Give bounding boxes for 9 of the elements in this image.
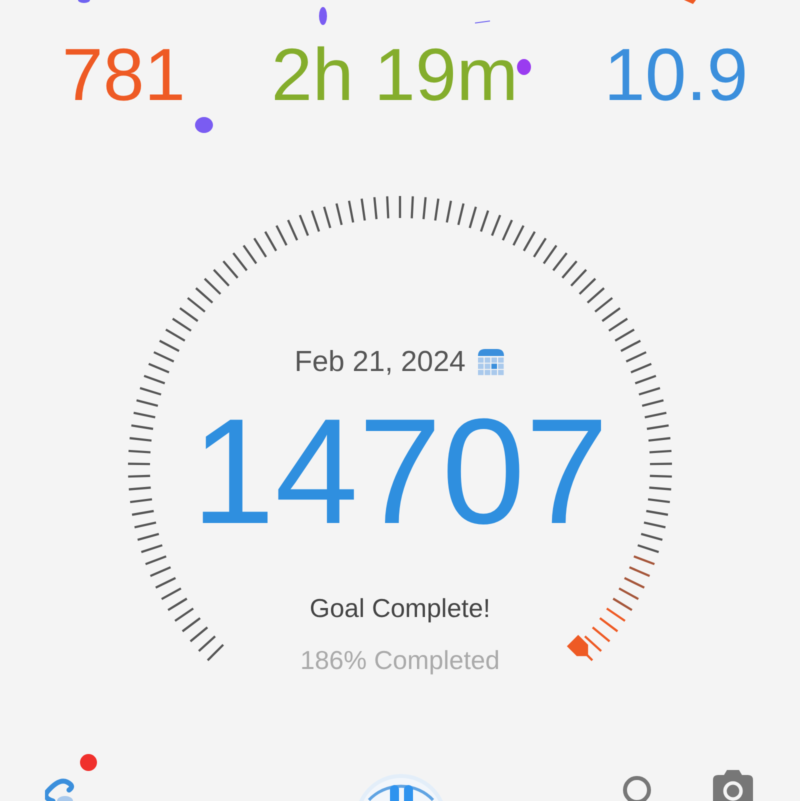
step-count: 14707 [191, 396, 609, 546]
calendar-icon[interactable] [477, 348, 506, 376]
progress-marker [566, 634, 588, 656]
stat-value: 2h 19m [271, 32, 518, 118]
date-label[interactable]: Feb 21, 2024 [294, 346, 466, 378]
progress-text: 186% Completed [300, 644, 500, 676]
stat-value: 781 [62, 32, 186, 118]
stat-value: 10.9 [604, 32, 748, 118]
goal-status: Goal Complete! [310, 592, 490, 624]
